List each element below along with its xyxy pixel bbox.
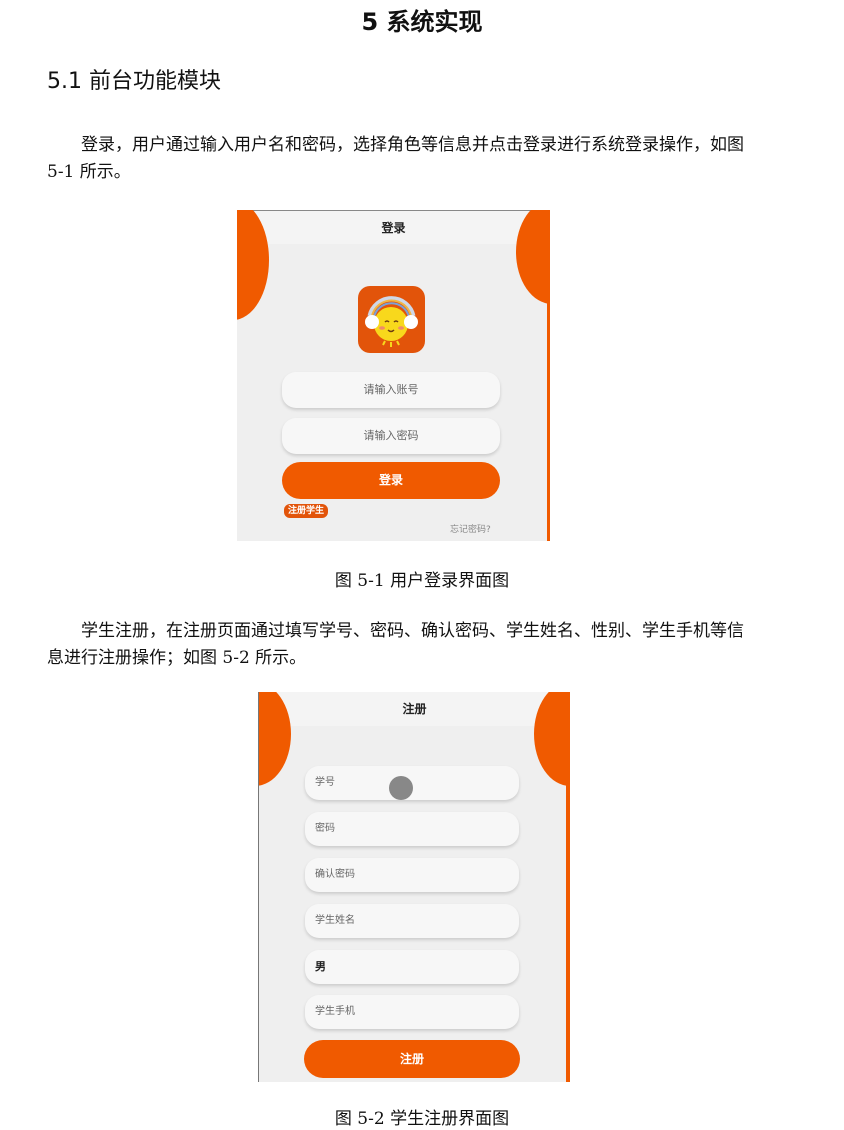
student-id-label: 学号 [315,777,335,788]
register-header: ‹ 注册 [259,692,570,726]
gender-value: 男 [315,960,326,973]
register-student-link[interactable]: 注册学生 [284,504,329,518]
forgot-password-link[interactable]: 忘记密码? [450,522,491,535]
student-phone-label: 学生手机 [315,1006,355,1017]
chapter-title: 5 系统实现 [361,8,483,36]
section-title: 5.1 前台功能模块 [47,69,221,94]
app-logo-icon [358,286,425,353]
figure-caption-1: 图 5-1 用户登录界面图 [334,571,510,591]
password-placeholder: 请输入密码 [363,429,419,442]
student-name-input[interactable]: 学生姓名 [305,904,519,938]
decor-right-bar [566,726,570,1082]
account-input[interactable]: 请输入账号 [282,372,500,408]
student-id-input[interactable]: 学号 [305,766,519,800]
login-button[interactable]: 登录 [282,462,500,499]
password-input[interactable]: 密码 [305,812,519,846]
login-screenshot: 登录 请输入账号 请输入密码 登录 注册学生 忘记密码? [237,210,550,541]
login-header-title: 登录 [237,210,550,244]
student-phone-input[interactable]: 学生手机 [305,995,519,1029]
student-name-label: 学生姓名 [315,915,355,926]
register-screenshot: ‹ 注册 学号 密码 确认密码 学生姓名 男 学生手机 注册 [258,692,570,1082]
gender-select[interactable]: 男 [305,950,519,984]
password-label: 密码 [315,823,335,834]
paragraph-register: 学生注册，在注册页面通过填写学号、密码、确认密码、学生姓名、性别、学生手机等信息… [47,621,744,668]
password-input[interactable]: 请输入密码 [282,418,500,454]
touch-indicator [389,776,413,800]
decor-right-bar [547,244,550,541]
account-placeholder: 请输入账号 [363,383,419,396]
confirm-password-label: 确认密码 [315,869,355,880]
confirm-password-input[interactable]: 确认密码 [305,858,519,892]
register-header-title: 注册 [402,702,427,716]
paragraph-login: 登录，用户通过输入用户名和密码，选择角色等信息并点击登录进行系统登录操作，如图 … [47,135,744,182]
decor-circle-right [516,210,550,304]
decor-circle-right [534,692,570,786]
register-button[interactable]: 注册 [304,1040,520,1078]
figure-caption-2: 图 5-2 学生注册界面图 [334,1109,510,1129]
